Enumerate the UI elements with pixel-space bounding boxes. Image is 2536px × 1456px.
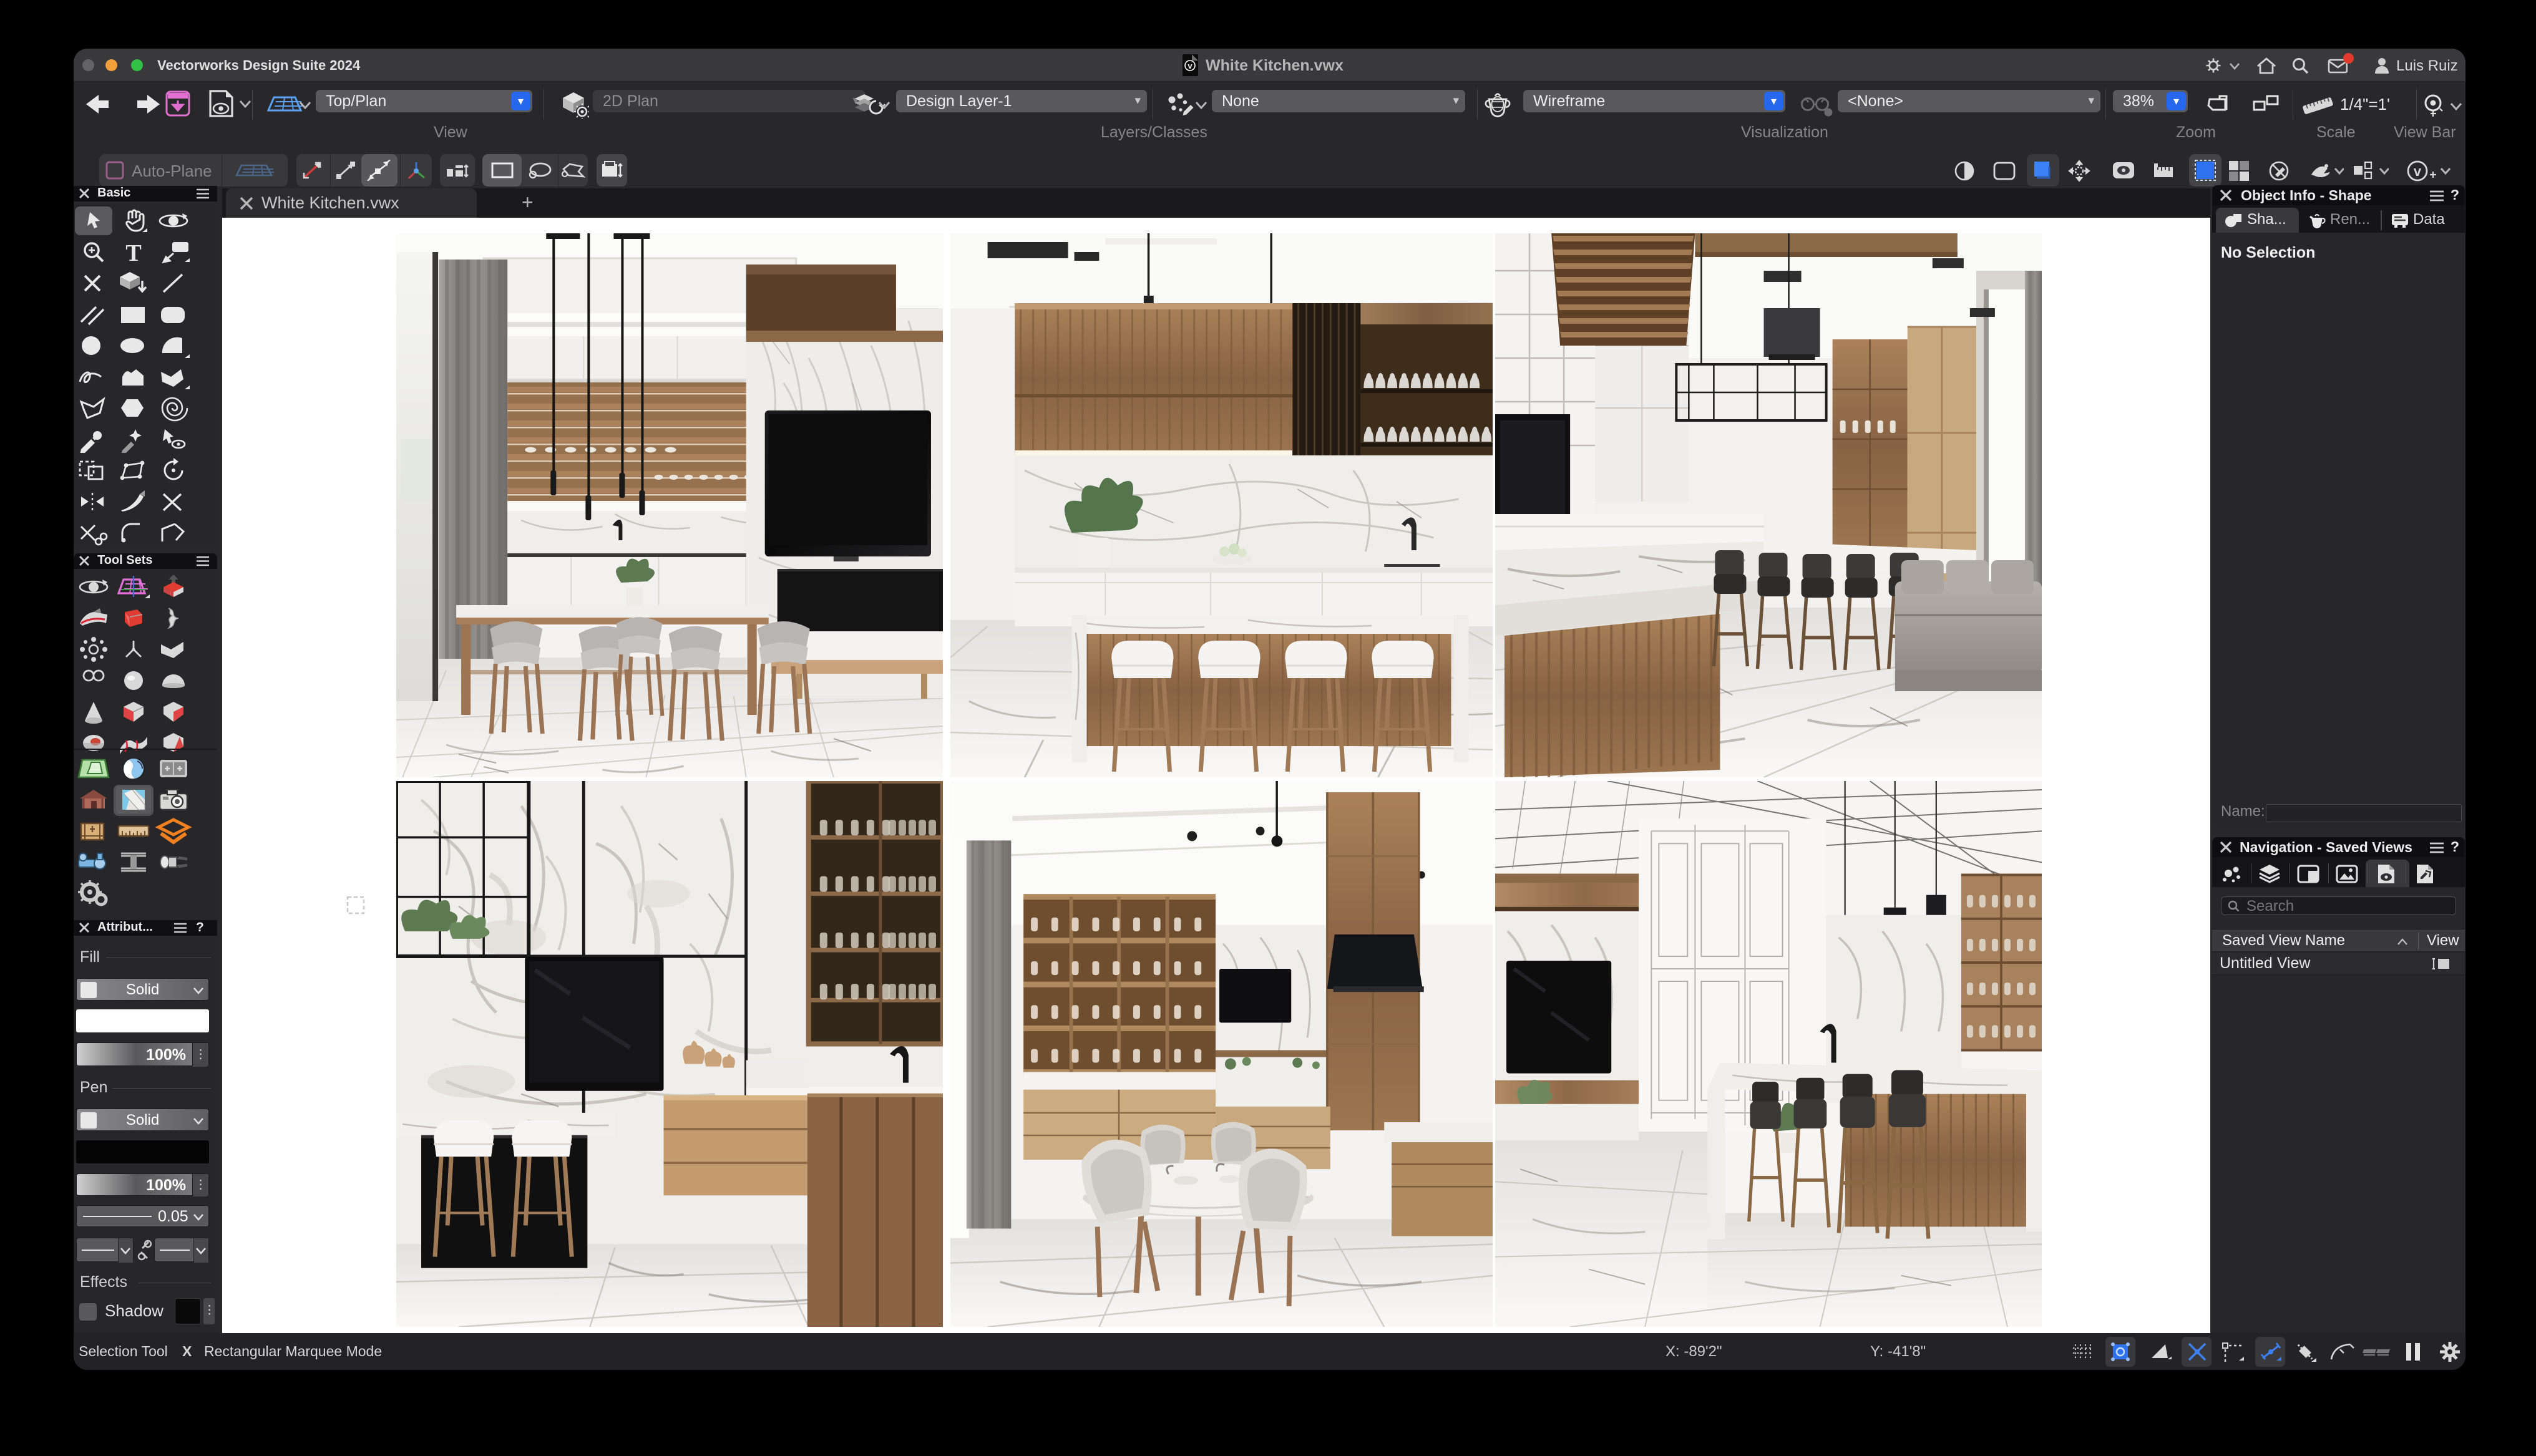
svg-text:v: v [2414, 163, 2422, 179]
svg-text:T: T [125, 240, 141, 266]
svg-text:v: v [1188, 61, 1192, 70]
